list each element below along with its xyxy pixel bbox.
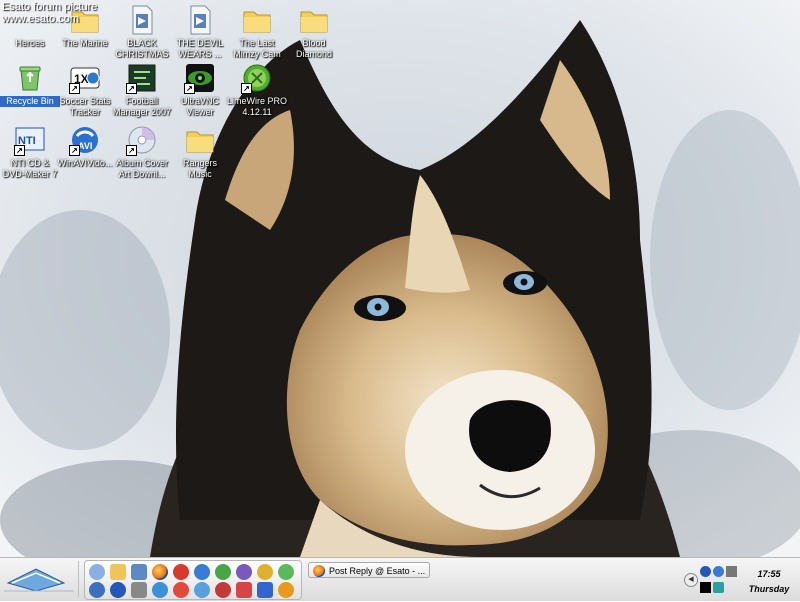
eye-icon: ↗ xyxy=(184,62,216,94)
taskbar: Post Reply @ Esato - ... ◀ 17:55 Thursda… xyxy=(0,557,800,601)
desktop-icon-label: Heroes xyxy=(15,38,45,48)
folder-icon xyxy=(298,4,330,36)
desktop-icon-label: NTI CD & DVD-Maker 7 xyxy=(2,158,58,179)
quick-launch-app-icon[interactable] xyxy=(89,582,105,598)
winavi-app-icon: AVI ↗ xyxy=(69,124,101,156)
desktop-icon-album-cover-art[interactable]: ↗ Album Cover Art Downl... xyxy=(112,124,172,180)
app-tray-icon[interactable] xyxy=(713,582,724,593)
shortcut-arrow-icon: ↗ xyxy=(126,83,137,94)
desktop-icon-winavi-video[interactable]: AVI ↗ WinAVIVido... xyxy=(55,124,115,169)
desktop-icon-the-devil-wears[interactable]: THE DEVIL WEARS ... xyxy=(170,4,230,60)
desktop-icon-nti-cd-dvd-maker[interactable]: NTI ↗ NTI CD & DVD-Maker 7 xyxy=(0,124,60,180)
quick-launch-opera-icon[interactable] xyxy=(173,564,189,580)
quick-launch-toolbar xyxy=(84,560,302,600)
desktop-icon-ultravnc-viewer[interactable]: ↗ UltraVNC Viewer xyxy=(170,62,230,118)
desktop-icon-the-last-mimzy[interactable]: The Last Mimzy Cam xyxy=(227,4,287,60)
shortcut-arrow-icon: ↗ xyxy=(14,145,25,156)
video-file-icon xyxy=(126,4,158,36)
system-tray: ◀ 17:55 Thursday xyxy=(684,560,798,598)
esato-watermark: Esato forum picture www.esato.com xyxy=(2,1,97,25)
quick-launch-app-icon[interactable] xyxy=(215,564,231,580)
shortcut-arrow-icon: ↗ xyxy=(184,83,195,94)
quick-launch-firefox-icon[interactable] xyxy=(152,564,168,580)
quick-launch-app-icon[interactable] xyxy=(89,564,105,580)
svg-text:AVI: AVI xyxy=(78,141,92,151)
soccer-stats-app-icon: 1X ↗ xyxy=(69,62,101,94)
quick-launch-app-icon[interactable] xyxy=(278,564,294,580)
black-tray-icon[interactable] xyxy=(700,582,711,593)
quick-launch-ie-icon[interactable] xyxy=(194,564,210,580)
video-file-icon xyxy=(184,4,216,36)
quick-launch-app-icon[interactable] xyxy=(215,582,231,598)
watermark-line-2: www.esato.com xyxy=(2,13,80,25)
cd-disc-icon: ↗ xyxy=(126,124,158,156)
shortcut-arrow-icon: ↗ xyxy=(126,145,137,156)
quick-launch-tools-icon[interactable] xyxy=(236,582,252,598)
bluetooth-tray-icon[interactable] xyxy=(700,566,711,577)
clock-time[interactable]: 17:55 xyxy=(744,569,794,579)
desktop-icon-label: UltraVNC Viewer xyxy=(180,96,219,117)
desktop-icon-soccer-stats-tracker[interactable]: 1X ↗ Soccer Stats Tracker xyxy=(55,62,115,118)
taskbar-button-post-reply[interactable]: Post Reply @ Esato - ... xyxy=(308,562,430,578)
quick-launch-app-icon[interactable] xyxy=(257,564,273,580)
desktop-icon-label: Recycle Bin xyxy=(0,96,60,107)
shortcut-arrow-icon: ↗ xyxy=(69,145,80,156)
firefox-icon xyxy=(313,565,325,577)
desktop-icon-rangers-music[interactable]: Rangers Music xyxy=(170,124,230,180)
desktop-icon-blood-diamond[interactable]: Blood Diamond xyxy=(284,4,344,60)
quick-launch-app-icon[interactable] xyxy=(131,582,147,598)
desktop-icon-label: The Last Mimzy Cam xyxy=(233,38,281,59)
start-logo-icon xyxy=(4,568,74,592)
desktop-icon-black-christmas[interactable]: BLACK CHRISTMAS xyxy=(112,4,172,60)
quick-launch-app-icon[interactable] xyxy=(152,582,168,598)
volume-tray-icon[interactable] xyxy=(726,566,737,577)
quick-launch-app-icon[interactable] xyxy=(236,564,252,580)
start-button[interactable] xyxy=(2,561,79,597)
nti-app-icon: NTI ↗ xyxy=(14,124,46,156)
desktop-icon-label: Album Cover Art Downl... xyxy=(115,158,169,179)
watermark-line-1: Esato forum picture xyxy=(2,1,98,13)
football-manager-app-icon: ↗ xyxy=(126,62,158,94)
folder-icon xyxy=(241,4,273,36)
quick-launch-desktop-icon[interactable] xyxy=(131,564,147,580)
quick-launch-app-icon[interactable] xyxy=(257,582,273,598)
desktop-icon-recycle-bin[interactable]: Recycle Bin xyxy=(0,62,60,107)
quick-launch-folder-icon[interactable] xyxy=(110,564,126,580)
desktop-icon-label: Soccer Stats Tracker xyxy=(59,96,111,117)
desktop-icon-football-manager[interactable]: ↗ Football Manager 2007 xyxy=(112,62,172,118)
quick-launch-bluetooth-icon[interactable] xyxy=(110,582,126,598)
desktop-icon-label: Football Manager 2007 xyxy=(112,96,172,117)
desktop-icon-limewire-pro[interactable]: ↗ LimeWire PRO 4.12.11 xyxy=(227,62,287,118)
desktop-icon-label: Blood Diamond xyxy=(295,38,333,59)
desktop-icon-label: THE DEVIL WEARS ... xyxy=(176,38,224,59)
quick-launch-app-icon[interactable] xyxy=(173,582,189,598)
desktop-icon-label: WinAVIVido... xyxy=(57,158,113,168)
desktop-icon-label: Rangers Music xyxy=(182,158,218,179)
show-hidden-icons-arrow[interactable]: ◀ xyxy=(684,573,698,587)
recycle-bin-icon xyxy=(14,62,46,94)
limewire-icon: ↗ xyxy=(241,62,273,94)
shortcut-arrow-icon: ↗ xyxy=(241,83,252,94)
taskbar-button-label: Post Reply @ Esato - ... xyxy=(329,566,426,576)
desktop-icon-label: BLACK CHRISTMAS xyxy=(115,38,169,59)
quick-launch-app-icon[interactable] xyxy=(278,582,294,598)
network-tray-icon[interactable] xyxy=(713,566,724,577)
quick-launch-app-icon[interactable] xyxy=(194,582,210,598)
desktop-icon-label: The Marine xyxy=(62,38,108,48)
shortcut-arrow-icon: ↗ xyxy=(69,83,80,94)
desktop-icon-label: LimeWire PRO 4.12.11 xyxy=(227,96,288,117)
clock-day[interactable]: Thursday xyxy=(744,584,794,594)
folder-icon xyxy=(184,124,216,156)
